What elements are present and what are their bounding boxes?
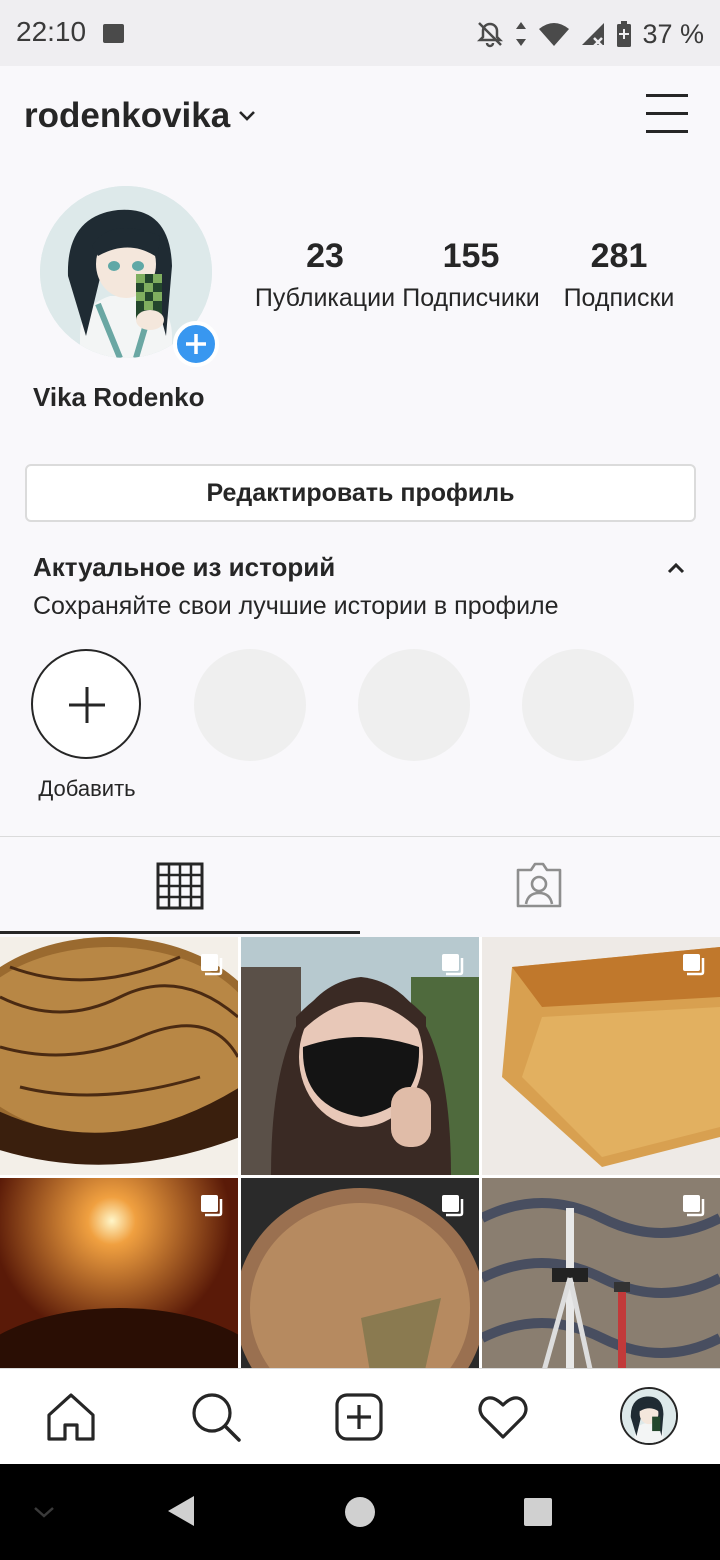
post-thumbnail[interactable] (0, 937, 238, 1175)
avatar-illustration (622, 1389, 676, 1443)
status-icons: 37 % (476, 14, 704, 54)
new-post-icon[interactable] (331, 1389, 387, 1445)
status-bar: 22:10 37 % (0, 0, 720, 66)
highlight-placeholder (522, 649, 634, 761)
battery-percent: 37 % (642, 18, 704, 49)
carousel-icon (442, 1195, 464, 1217)
post-thumbnail[interactable] (0, 1178, 238, 1369)
battery-icon (617, 21, 632, 47)
posts-count: 23 (306, 237, 344, 275)
posts-label: Публикации (254, 284, 396, 312)
tagged-tab[interactable] (360, 838, 720, 934)
followers-count: 155 (442, 237, 500, 275)
photo-notification-icon (103, 24, 124, 43)
carousel-icon (442, 954, 464, 976)
stat-followers[interactable]: 155 Подписчики (396, 234, 546, 318)
home-circle-icon[interactable] (344, 1496, 376, 1528)
highlight-placeholder (358, 649, 470, 761)
hamburger-menu-icon[interactable] (640, 90, 696, 138)
carousel-icon (201, 1195, 223, 1217)
recents-square-icon[interactable] (523, 1497, 553, 1527)
bottom-navigation (0, 1368, 720, 1464)
chevron-down-icon[interactable] (236, 104, 258, 126)
tagged-person-icon (516, 862, 562, 908)
wifi-icon (539, 23, 570, 46)
add-highlight-label: Добавить (38, 776, 136, 801)
add-highlight-button[interactable] (31, 649, 141, 759)
highlights-title: Актуальное из историй (33, 552, 336, 582)
carousel-icon (683, 954, 705, 976)
following-label: Подписки (563, 284, 675, 312)
edit-profile-button[interactable]: Редактировать профиль (25, 464, 696, 522)
username-switcher[interactable]: rodenkovika (24, 96, 230, 136)
profile-avatar[interactable] (620, 1387, 678, 1445)
profile-header: rodenkovika (0, 66, 720, 166)
chevron-down-icon[interactable] (32, 1500, 56, 1524)
post-thumbnail[interactable] (241, 1178, 479, 1369)
carousel-icon (201, 954, 223, 976)
mute-bell-icon (477, 22, 504, 48)
status-time: 22:10 (16, 16, 87, 47)
active-tab-indicator (0, 931, 360, 934)
data-arrows-icon (516, 22, 527, 46)
search-icon[interactable] (187, 1389, 243, 1445)
plus-icon (186, 334, 206, 354)
cell-signal-icon (582, 23, 605, 47)
profile-stats: 23 Публикации 155 Подписчики 281 Подписк… (250, 234, 710, 324)
post-thumbnail[interactable] (482, 1178, 720, 1369)
post-thumbnail[interactable] (241, 937, 479, 1175)
plus-icon (69, 687, 105, 723)
back-icon[interactable] (166, 1494, 196, 1528)
stat-following[interactable]: 281 Подписки (544, 234, 694, 318)
following-count: 281 (590, 237, 648, 275)
highlight-placeholder (194, 649, 306, 761)
divider (0, 836, 720, 837)
grid-icon (156, 862, 204, 910)
post-thumbnail[interactable] (482, 937, 720, 1175)
chevron-up-icon[interactable] (664, 556, 688, 580)
stat-posts[interactable]: 23 Публикации (250, 234, 400, 318)
grid-tab[interactable] (0, 838, 360, 934)
full-name: Vika Rodenko (33, 382, 205, 412)
followers-label: Подписчики (402, 284, 540, 312)
home-icon[interactable] (43, 1389, 99, 1445)
highlights-subtitle: Сохраняйте свои лучшие истории в профиле (33, 592, 559, 620)
add-story-button[interactable] (173, 321, 219, 367)
posts-grid (0, 937, 720, 1369)
system-navigation-bar (0, 1464, 720, 1560)
carousel-icon (683, 1195, 705, 1217)
activity-heart-icon[interactable] (475, 1389, 531, 1445)
